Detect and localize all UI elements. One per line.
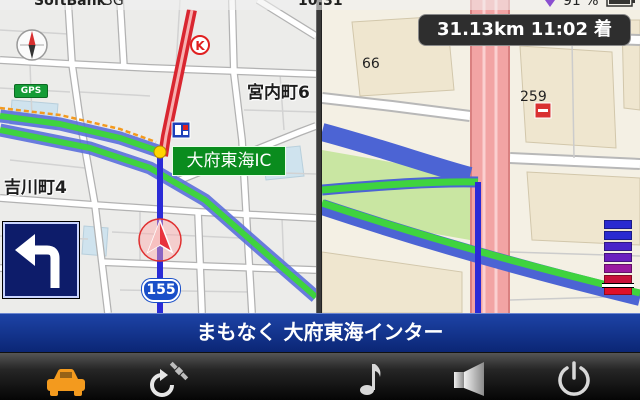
battery-icon	[606, 0, 635, 7]
vehicle-position-icon	[138, 218, 182, 262]
speaker-icon[interactable]	[452, 361, 490, 397]
traffic-scale-bar	[604, 242, 632, 251]
guidance-banner: まもなく 大府東海インター	[0, 313, 640, 352]
circle-k-label: K	[195, 39, 205, 53]
remaining-distance: 31.13km	[437, 19, 525, 40]
eta-box: 31.13km 11:02 着	[418, 14, 631, 46]
traffic-scale-bar	[604, 264, 632, 273]
map-right-panel[interactable]: 66 259	[322, 0, 640, 313]
map-right-canvas[interactable]: 66 259	[322, 0, 640, 313]
arrival-time: 11:02	[530, 19, 588, 40]
battery-percent: 91 %	[563, 0, 599, 9]
traffic-scale-marker	[602, 283, 634, 288]
map-left-panel[interactable]: K GPS 宮内町6 吉川町4 大府東海IC 155	[0, 0, 316, 313]
interchange-label: 大府東海IC	[172, 146, 286, 176]
interchange-dot	[153, 145, 167, 159]
gps-refresh-icon[interactable]	[146, 361, 192, 397]
place-label-miyauchi: 宮内町6	[247, 83, 310, 103]
place-label-yoshikawa: 吉川町4	[4, 178, 67, 198]
circle-k-icon: K	[190, 35, 210, 55]
turn-indicator	[3, 222, 79, 298]
power-icon[interactable]	[555, 361, 593, 397]
bottom-toolbar	[0, 352, 640, 400]
status-bar: SoftBank 3G 10:31 91 %	[0, 0, 640, 10]
gps-badge: GPS	[14, 84, 48, 98]
turn-left-arrow-icon	[15, 234, 60, 288]
arrival-suffix: 着	[593, 19, 612, 40]
route-shield: 155	[142, 279, 180, 302]
compass-icon[interactable]	[16, 29, 48, 61]
block-number-66: 66	[362, 56, 380, 72]
carrier-name: SoftBank	[34, 0, 106, 9]
traffic-scale-bar	[604, 220, 632, 229]
location-icon	[545, 0, 555, 7]
network-type: 3G	[104, 0, 124, 9]
car-icon[interactable]	[44, 365, 88, 400]
traffic-scale	[602, 220, 634, 297]
poi-icon	[171, 121, 191, 139]
music-note-icon[interactable]	[358, 361, 384, 397]
poi-icon	[534, 102, 552, 119]
status-time: 10:31	[298, 0, 343, 9]
traffic-scale-bar	[604, 253, 632, 262]
traffic-scale-bar	[604, 231, 632, 240]
